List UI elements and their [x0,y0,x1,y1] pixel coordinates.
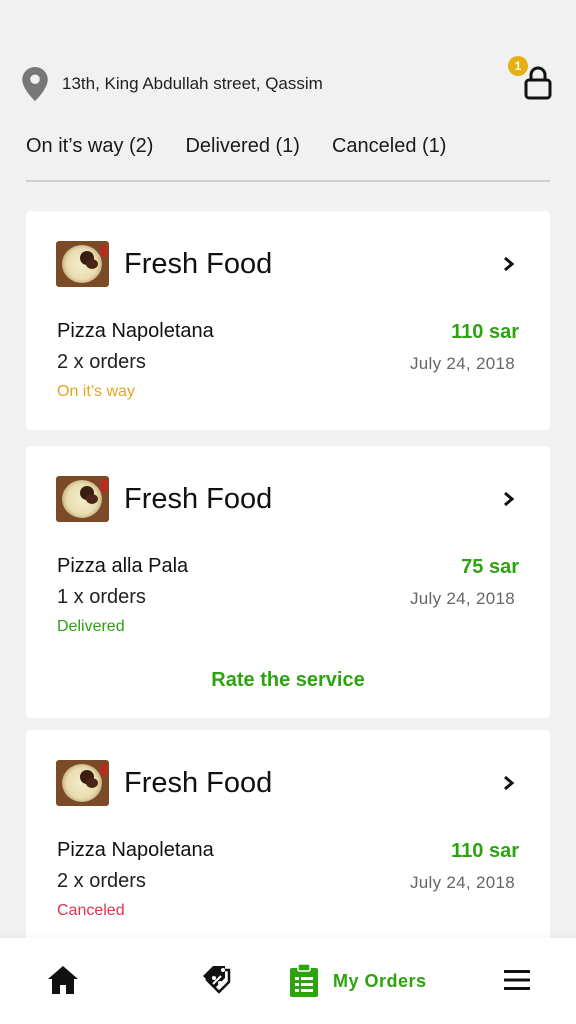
order-status: Delivered [57,618,125,635]
store-name: Fresh Food [124,482,273,515]
order-quantity: 2 x orders [57,351,146,373]
nav-my-orders-label: My Orders [333,970,427,991]
store-name: Fresh Food [124,766,273,799]
nav-my-orders[interactable]: My Orders [289,964,427,998]
order-price: 75 sar [461,556,519,578]
store-name: Fresh Food [124,247,273,280]
cart-button[interactable]: 1 [508,56,554,104]
menu-icon[interactable] [504,968,530,992]
tab-delivered[interactable]: Delivered (1) [185,135,299,158]
order-quantity: 2 x orders [57,870,146,892]
rate-service-button[interactable]: Rate the service [26,669,550,692]
store-thumbnail [56,476,109,522]
tab-on-its-way[interactable]: On it’s way (2) [26,135,153,158]
order-quantity: 1 x orders [57,586,146,608]
chevron-right-icon[interactable] [502,255,516,273]
order-item-name: Pizza Napoletana [57,839,214,861]
order-card[interactable]: Fresh Food Pizza alla Pala 75 sar 1 x or… [26,446,550,718]
order-card-header[interactable]: Fresh Food [56,241,520,287]
header: 13th, King Abdullah street, Qassim 1 On … [0,0,576,188]
order-card[interactable]: Fresh Food Pizza Napoletana 110 sar 2 x … [26,730,550,960]
order-price: 110 sar [451,840,519,862]
order-item-name: Pizza alla Pala [57,555,189,577]
delivery-address: 13th, King Abdullah street, Qassim [62,74,323,93]
offers-tag-icon[interactable] [199,962,233,998]
tab-canceled[interactable]: Canceled (1) [332,135,447,158]
order-status: On it’s way [57,383,135,400]
bottom-navigation: My Orders [0,938,576,1024]
location-pin-icon [22,67,48,101]
shopping-bag-icon [524,66,552,100]
order-status-tabs: On it’s way (2) Delivered (1) Canceled (… [26,126,550,166]
location-bar[interactable]: 13th, King Abdullah street, Qassim 1 [22,56,554,104]
order-item-name: Pizza Napoletana [57,320,214,342]
order-date: July 24, 2018 [409,354,515,373]
store-thumbnail [56,241,109,287]
order-card-header[interactable]: Fresh Food [56,476,520,522]
orders-clipboard-icon [290,964,318,997]
order-price: 110 sar [451,321,519,343]
order-date: July 24, 2018 [409,589,515,608]
order-card-header[interactable]: Fresh Food [56,760,520,806]
chevron-right-icon[interactable] [502,774,516,792]
order-date: July 24, 2018 [409,873,515,892]
order-status: Canceled [57,902,125,919]
order-card[interactable]: Fresh Food Pizza Napoletana 110 sar 2 x … [26,211,550,430]
tabs-divider [26,180,550,182]
store-thumbnail [56,760,109,806]
home-icon[interactable] [46,964,80,996]
chevron-right-icon[interactable] [502,490,516,508]
